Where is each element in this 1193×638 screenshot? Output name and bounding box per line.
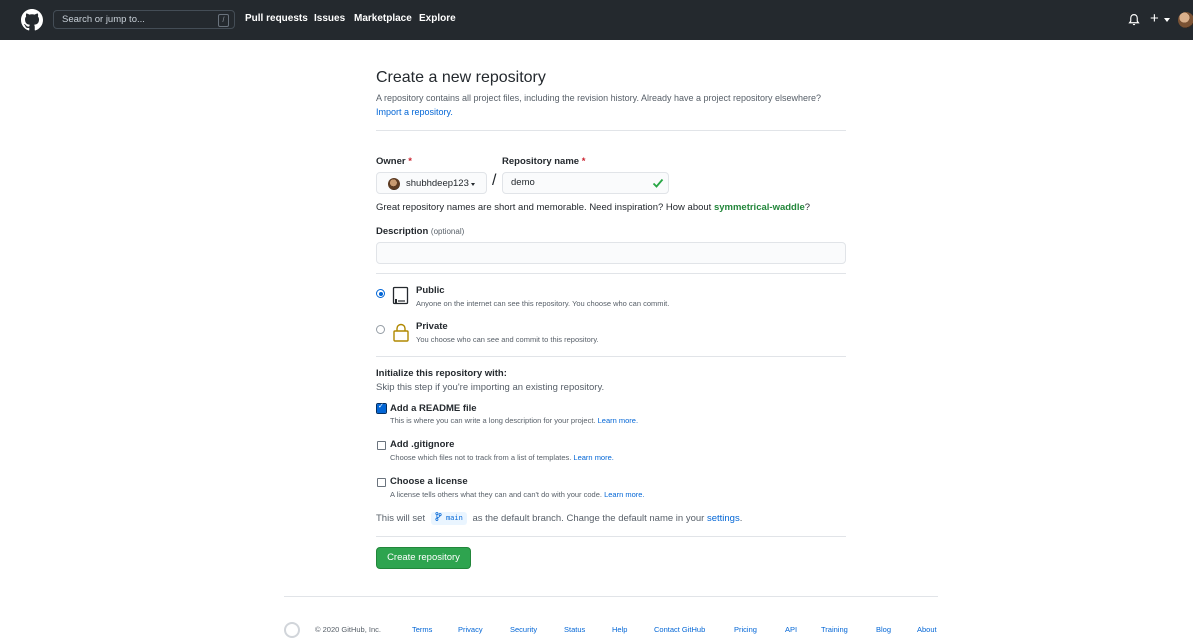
license-checkbox[interactable] bbox=[377, 478, 386, 487]
owner-label: Owner * bbox=[376, 156, 412, 167]
description-input[interactable] bbox=[376, 242, 846, 264]
private-description: You choose who can see and commit to thi… bbox=[416, 335, 599, 344]
footer-copyright: © 2020 GitHub, Inc. bbox=[315, 625, 381, 634]
search-input[interactable]: Search or jump to... / bbox=[53, 10, 235, 29]
footer-link-contact[interactable]: Contact GitHub bbox=[654, 625, 705, 634]
page-subtitle: A repository contains all project files,… bbox=[376, 93, 822, 103]
chevron-down-icon[interactable] bbox=[1164, 18, 1170, 22]
github-logo-icon[interactable] bbox=[21, 9, 43, 31]
chevron-down-icon bbox=[471, 183, 475, 186]
top-navbar: Search or jump to... / Pull requests Iss… bbox=[0, 0, 1193, 40]
check-icon bbox=[652, 178, 664, 188]
required-mark: * bbox=[408, 156, 412, 167]
create-repository-button[interactable]: Create repository bbox=[376, 547, 471, 569]
footer-divider bbox=[284, 596, 938, 597]
footer-link-security[interactable]: Security bbox=[510, 625, 537, 634]
search-placeholder: Search or jump to... bbox=[62, 14, 145, 25]
footer-link-status[interactable]: Status bbox=[564, 625, 585, 634]
learn-more-link[interactable]: Learn more. bbox=[604, 490, 644, 499]
gitignore-checkbox[interactable] bbox=[377, 441, 386, 450]
suggested-name[interactable]: symmetrical-waddle bbox=[714, 202, 805, 213]
license-description: A license tells others what they can and… bbox=[390, 490, 645, 499]
bell-icon[interactable] bbox=[1128, 13, 1140, 26]
owner-avatar bbox=[388, 178, 400, 190]
git-branch-icon bbox=[435, 512, 442, 521]
initialize-subtitle: Skip this step if you're importing an ex… bbox=[376, 382, 605, 393]
divider bbox=[376, 536, 846, 537]
branch-prefix: This will set bbox=[376, 513, 426, 524]
footer-link-blog[interactable]: Blog bbox=[876, 625, 891, 634]
repo-name-label: Repository name * bbox=[502, 156, 585, 167]
repo-name-label-text: Repository name bbox=[502, 156, 580, 167]
readme-description: This is where you can write a long descr… bbox=[390, 416, 638, 425]
create-new-plus-icon[interactable]: + bbox=[1150, 11, 1159, 27]
owner-select[interactable]: shubhdeep123 bbox=[376, 172, 487, 194]
gitignore-title: Add .gitignore bbox=[390, 439, 455, 450]
owner-label-text: Owner bbox=[376, 156, 406, 167]
owner-value: shubhdeep123 bbox=[406, 178, 469, 189]
footer-link-terms[interactable]: Terms bbox=[412, 625, 432, 634]
public-radio[interactable] bbox=[376, 289, 385, 298]
readme-title: Add a README file bbox=[390, 403, 477, 414]
initialize-title: Initialize this repository with: bbox=[376, 368, 507, 379]
divider bbox=[376, 130, 846, 131]
public-title: Public bbox=[416, 285, 445, 296]
user-avatar[interactable] bbox=[1178, 12, 1193, 28]
footer-link-api[interactable]: API bbox=[785, 625, 797, 634]
nav-issues[interactable]: Issues bbox=[314, 13, 345, 24]
name-suggestion-hint: Great repository names are short and mem… bbox=[376, 202, 810, 213]
description-label-text: Description bbox=[376, 226, 429, 237]
repository-name-input[interactable]: demo bbox=[502, 172, 669, 194]
required-mark: * bbox=[581, 156, 586, 167]
public-description: Anyone on the internet can see this repo… bbox=[416, 299, 670, 308]
gitignore-description: Choose which files not to track from a l… bbox=[390, 453, 614, 462]
slash-shortcut-badge: / bbox=[218, 14, 229, 27]
description-label: Description (optional) bbox=[376, 226, 464, 237]
github-footer-logo-icon[interactable] bbox=[284, 622, 300, 638]
hint-text: Great repository names are short and mem… bbox=[376, 202, 712, 213]
repo-icon bbox=[392, 286, 409, 305]
owner-repo-separator: / bbox=[492, 172, 497, 189]
private-title: Private bbox=[416, 321, 448, 332]
branch-tag: main bbox=[430, 512, 467, 525]
page-title: Create a new repository bbox=[376, 69, 546, 86]
divider bbox=[376, 273, 846, 274]
default-branch-notice: This will set main as the default branch… bbox=[376, 512, 743, 526]
branch-end: . bbox=[739, 513, 743, 524]
nav-explore[interactable]: Explore bbox=[419, 13, 456, 24]
private-radio[interactable] bbox=[376, 325, 385, 334]
learn-more-link[interactable]: Learn more. bbox=[598, 416, 638, 425]
import-repository-link[interactable]: Import a repository. bbox=[376, 107, 453, 117]
learn-more-link[interactable]: Learn more. bbox=[573, 453, 613, 462]
divider bbox=[376, 356, 846, 357]
readme-desc-text: This is where you can write a long descr… bbox=[390, 416, 596, 425]
nav-marketplace[interactable]: Marketplace bbox=[354, 13, 412, 24]
readme-checkbox[interactable] bbox=[376, 402, 387, 414]
branch-name: main bbox=[445, 514, 463, 522]
gitignore-desc-text: Choose which files not to track from a l… bbox=[390, 453, 572, 462]
footer-link-help[interactable]: Help bbox=[612, 625, 627, 634]
nav-pull-requests[interactable]: Pull requests bbox=[245, 13, 308, 24]
license-desc-text: A license tells others what they can and… bbox=[390, 490, 602, 499]
branch-suffix: as the default branch. Change the defaul… bbox=[472, 513, 705, 524]
lock-icon bbox=[393, 323, 409, 342]
footer-link-pricing[interactable]: Pricing bbox=[734, 625, 757, 634]
license-title: Choose a license bbox=[390, 476, 468, 487]
optional-tag: (optional) bbox=[430, 227, 465, 236]
footer-link-privacy[interactable]: Privacy bbox=[458, 625, 483, 634]
footer-link-about[interactable]: About bbox=[917, 625, 937, 634]
settings-link[interactable]: settings bbox=[707, 513, 740, 524]
hint-end: ? bbox=[804, 202, 811, 213]
footer-link-training[interactable]: Training bbox=[821, 625, 848, 634]
